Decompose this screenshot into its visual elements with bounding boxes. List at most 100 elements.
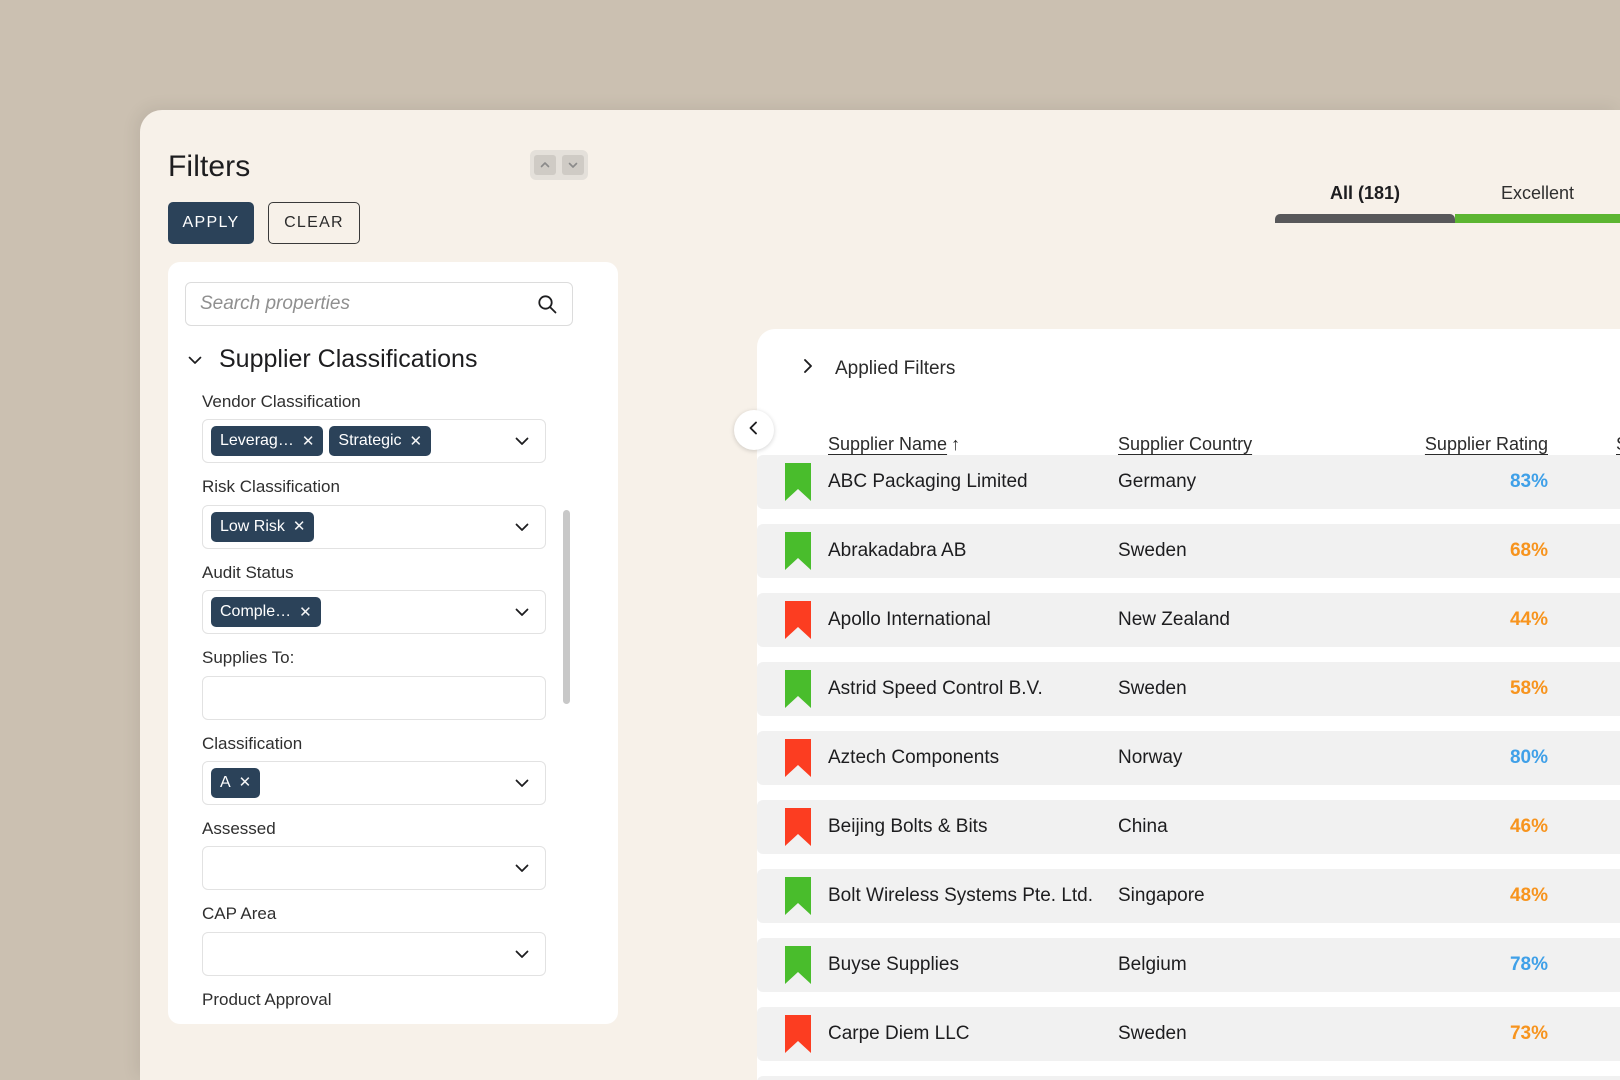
collapse-all-icon[interactable] bbox=[534, 155, 556, 175]
filter-control-assessed[interactable] bbox=[202, 846, 546, 891]
filter-control-classification[interactable]: A ✕ bbox=[202, 760, 546, 805]
filter-field-classification: Classification A ✕ bbox=[202, 734, 548, 805]
search-input[interactable] bbox=[186, 293, 536, 315]
expand-all-icon[interactable] bbox=[562, 155, 584, 175]
cell-supplier-country: Belgium bbox=[1118, 954, 1187, 975]
table-row[interactable]: ABC Packaging Limited Germany 83% bbox=[757, 455, 1620, 509]
chip[interactable]: Low Risk ✕ bbox=[211, 511, 315, 542]
app-card: Filters APPLY CLEAR Search properties Su… bbox=[140, 110, 1620, 1080]
clear-button[interactable]: CLEAR bbox=[268, 202, 360, 244]
chevron-down-icon[interactable] bbox=[511, 772, 537, 794]
table-body: ABC Packaging Limited Germany 83% Abrakadab… bbox=[757, 455, 1620, 1080]
collapse-filters-button[interactable] bbox=[734, 410, 774, 450]
chip-remove-icon[interactable]: ✕ bbox=[239, 775, 252, 790]
filter-field-cap-area: CAP Area bbox=[202, 904, 548, 976]
cell-supplier-name: Beijing Bolts & Bits bbox=[828, 816, 988, 837]
filter-control-risk-classification[interactable]: Low Risk ✕ bbox=[202, 504, 546, 549]
chevron-down-icon[interactable] bbox=[511, 430, 537, 452]
table-row[interactable]: Apollo International New Zealand 44% bbox=[757, 593, 1620, 647]
cell-supplier-name: Bolt Wireless Systems Pte. Ltd. bbox=[828, 885, 1094, 906]
filter-label-product-approval: Product Approval bbox=[202, 989, 332, 1009]
selected-chips: Low Risk ✕ bbox=[211, 511, 505, 542]
cell-supplier-country: Germany bbox=[1118, 471, 1197, 492]
status-tabs: All (181) Excellent bbox=[1275, 183, 1620, 223]
table-row[interactable]: Astrid Speed Control B.V. Sweden 58% bbox=[757, 662, 1620, 716]
table-row[interactable]: Clipse Glass Inc.Sweden87% bbox=[757, 1076, 1620, 1080]
chip[interactable]: Comple… ✕ bbox=[211, 597, 321, 628]
filter-section-toggles bbox=[530, 150, 588, 180]
cell-supplier-name: Astrid Speed Control B.V. bbox=[828, 678, 1043, 699]
cell-supplier-name: Abrakadabra AB bbox=[828, 540, 967, 561]
apply-button[interactable]: APPLY bbox=[168, 202, 254, 244]
search-icon[interactable] bbox=[536, 293, 572, 315]
chevron-down-icon[interactable] bbox=[511, 516, 537, 538]
column-header-supplier-name[interactable]: Supplier Name ↑ bbox=[828, 434, 1118, 455]
screen: Filters APPLY CLEAR Search properties Su… bbox=[0, 0, 1620, 1080]
chip-label: Leverag… bbox=[220, 432, 294, 450]
filter-field-vendor-classification: Vendor Classification Leverag… ✕ Strategic ✕ bbox=[202, 392, 548, 464]
table-row[interactable]: Buyse Supplies Belgium 78% bbox=[757, 938, 1620, 992]
filters-scrollbar[interactable] bbox=[563, 510, 570, 704]
chip-label: Low Risk bbox=[220, 517, 285, 535]
filter-field-risk-classification: Risk Classification Low Risk ✕ bbox=[202, 477, 548, 549]
chip-remove-icon[interactable]: ✕ bbox=[302, 434, 315, 449]
cell-supplier-rating: 80% bbox=[1509, 747, 1548, 768]
column-header-supplier-country[interactable]: Supplier Country bbox=[1118, 434, 1396, 455]
supplier-table: Supplier Name ↑ Supplier Country Supplier… bbox=[757, 421, 1620, 1080]
chevron-down-icon[interactable] bbox=[511, 943, 537, 965]
selected-chips: Leverag… ✕ Strategic ✕ bbox=[211, 426, 505, 457]
chevron-down-icon[interactable] bbox=[511, 601, 537, 623]
filter-field-audit-status: Audit Status Comple… ✕ bbox=[202, 563, 548, 635]
filter-control-vendor-classification[interactable]: Leverag… ✕ Strategic ✕ bbox=[202, 419, 546, 464]
filter-label-vendor-classification: Vendor Classification bbox=[202, 392, 361, 411]
flag-green-icon bbox=[757, 946, 828, 984]
filter-control-audit-status[interactable]: Comple… ✕ bbox=[202, 590, 546, 635]
chevron-left-icon bbox=[745, 419, 763, 442]
page-title: Filters bbox=[168, 150, 251, 183]
search-properties-field bbox=[185, 282, 573, 326]
cell-supplier-name: Carpe Diem LLC bbox=[828, 1023, 970, 1044]
applied-filters-toggle[interactable]: Applied Filters bbox=[799, 357, 955, 380]
table-row[interactable]: Beijing Bolts & Bits China 46% bbox=[757, 800, 1620, 854]
cell-supplier-rating: 46% bbox=[1509, 816, 1548, 837]
cell-supplier-rating: 58% bbox=[1509, 678, 1548, 699]
table-row[interactable]: Aztech Components Norway 80% bbox=[757, 731, 1620, 785]
column-header-sp[interactable]: Sp bbox=[1548, 434, 1620, 455]
chip-remove-icon[interactable]: ✕ bbox=[299, 605, 312, 620]
filters-card: Supplier Classifications Vendor Classifi… bbox=[168, 262, 618, 1024]
flag-red-icon bbox=[757, 808, 828, 846]
tab-excellent[interactable]: Excellent bbox=[1455, 183, 1620, 223]
applied-filters-label: Applied Filters bbox=[835, 357, 956, 379]
cell-supplier-rating: 83% bbox=[1509, 471, 1548, 492]
filter-control-cap-area[interactable] bbox=[202, 931, 546, 976]
table-row[interactable]: Carpe Diem LLC Sweden 73% bbox=[757, 1007, 1620, 1061]
filter-field-assessed: Assessed bbox=[202, 819, 548, 891]
flag-red-icon bbox=[757, 601, 828, 639]
chevron-down-icon[interactable] bbox=[511, 857, 537, 879]
filter-fields-list: Vendor Classification Leverag… ✕ Strategic ✕… bbox=[202, 392, 548, 1024]
chip-remove-icon[interactable]: ✕ bbox=[293, 519, 306, 534]
table-row[interactable]: Bolt Wireless Systems Pte. Ltd. Singapore… bbox=[757, 869, 1620, 923]
cell-supplier-name: ABC Packaging Limited bbox=[828, 471, 1028, 492]
cell-supplier-name: Apollo International bbox=[828, 609, 991, 630]
chip[interactable]: Leverag… ✕ bbox=[211, 426, 324, 457]
cell-supplier-name: Buyse Supplies bbox=[828, 954, 959, 975]
chip-remove-icon[interactable]: ✕ bbox=[410, 434, 423, 449]
column-header-supplier-rating[interactable]: Supplier Rating bbox=[1396, 434, 1548, 455]
chip[interactable]: A ✕ bbox=[211, 767, 261, 798]
chip-label: A bbox=[220, 773, 231, 791]
flag-green-icon bbox=[757, 670, 828, 708]
section-supplier-classifications[interactable]: Supplier Classifications bbox=[185, 345, 477, 374]
cell-supplier-country: Sweden bbox=[1118, 540, 1187, 561]
tab-all-label: All (181) bbox=[1329, 183, 1401, 203]
chip[interactable]: Strategic ✕ bbox=[329, 426, 432, 457]
chevron-right-icon bbox=[799, 357, 817, 380]
cell-supplier-country: Singapore bbox=[1118, 885, 1205, 906]
tab-all-indicator bbox=[1275, 214, 1455, 223]
supplier-list-panel: Applied Filters Supplier Name ↑ Supplier … bbox=[734, 329, 1620, 1080]
filter-label-risk-classification: Risk Classification bbox=[202, 477, 340, 497]
cell-supplier-rating: 78% bbox=[1509, 954, 1548, 975]
tab-all[interactable]: All (181) bbox=[1275, 183, 1455, 223]
table-row[interactable]: Abrakadabra AB Sweden 68% bbox=[757, 524, 1620, 578]
filter-control-supplies-to[interactable] bbox=[202, 675, 546, 720]
